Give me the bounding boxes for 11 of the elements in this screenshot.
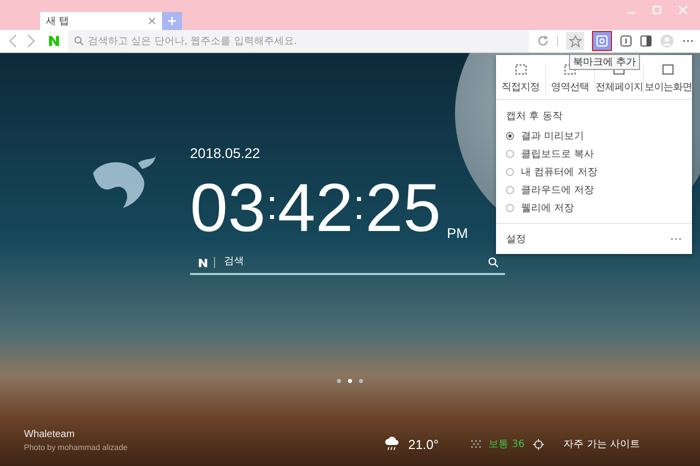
air-quality-text: 보통 36 xyxy=(488,438,525,451)
tooltip: 북마크에 추가 xyxy=(568,54,640,70)
date-text: 2018.05.22 xyxy=(190,145,262,161)
am-pm-text: PM xyxy=(446,225,468,241)
temperature-text: 21.0° xyxy=(408,436,439,452)
clock-minutes: 42 xyxy=(278,175,354,241)
clock-seconds: 25 xyxy=(365,175,441,241)
clock-hours: 03 xyxy=(190,175,266,241)
credit-title: Whaleteam xyxy=(24,429,76,440)
section-title: 캡처 후 동작 xyxy=(505,110,564,124)
photo-credit: Photo by mohammad alizade xyxy=(24,443,128,452)
